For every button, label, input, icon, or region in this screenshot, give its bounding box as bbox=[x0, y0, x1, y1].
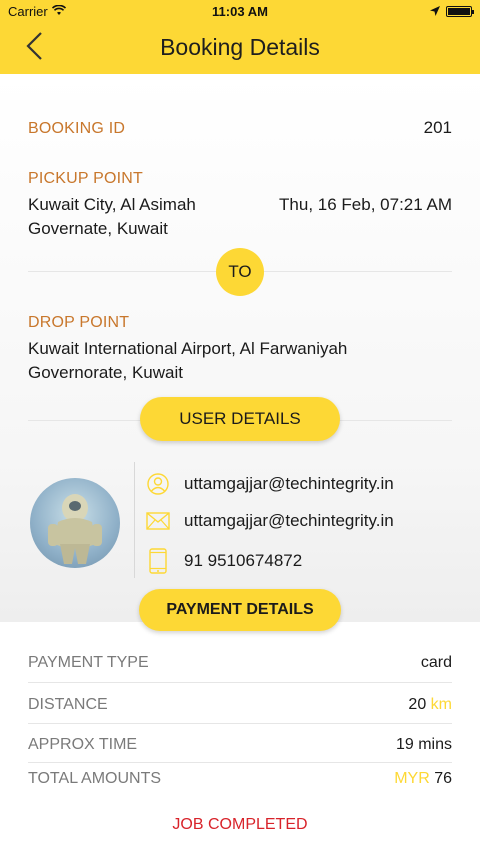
contact-phone: 91 9510674872 bbox=[184, 551, 303, 570]
payment-details-button[interactable]: PAYMENT DETAILS bbox=[139, 589, 341, 631]
location-arrow-icon bbox=[430, 4, 440, 19]
payment-type-value: card bbox=[420, 654, 452, 671]
status-bar: Carrier 11:03 AM bbox=[0, 0, 480, 22]
to-badge: TO bbox=[216, 248, 264, 296]
mobile-phone-icon bbox=[146, 548, 170, 574]
contact-email: uttamgajjar@techintegrity.in bbox=[184, 511, 394, 530]
avatar bbox=[30, 478, 120, 568]
approx-time-value: 19 mins bbox=[395, 736, 452, 753]
status-time: 11:03 AM bbox=[212, 4, 268, 19]
contact-username-row: uttamgajjar@techintegrity.in bbox=[146, 472, 394, 496]
status-badge: JOB COMPLETED bbox=[172, 816, 308, 833]
contact-email-row[interactable]: uttamgajjar@techintegrity.in bbox=[146, 509, 394, 533]
booking-id-value: 201 bbox=[423, 118, 452, 137]
total-amount-number: 76 bbox=[434, 770, 452, 787]
user-details-button[interactable]: USER DETAILS bbox=[140, 397, 340, 441]
pickup-datetime: Thu, 16 Feb, 07:21 AM bbox=[279, 195, 452, 214]
pickup-address-line2: Governate, Kuwait bbox=[28, 219, 168, 238]
drop-label: DROP POINT bbox=[28, 314, 130, 331]
drop-address-line1: Kuwait International Airport, Al Farwani… bbox=[28, 339, 348, 358]
booking-id-label: BOOKING ID bbox=[28, 120, 126, 137]
distance-number: 20 bbox=[408, 696, 427, 713]
total-amount-value: MYR 76 bbox=[394, 770, 452, 788]
page-title: Booking Details bbox=[160, 34, 320, 60]
nav-bar: Booking Details bbox=[0, 22, 480, 74]
user-circle-icon bbox=[146, 472, 170, 496]
payment-type-label: PAYMENT TYPE bbox=[28, 654, 149, 671]
currency-code: MYR bbox=[394, 770, 430, 787]
divider bbox=[28, 682, 452, 683]
pickup-address-line1: Kuwait City, Al Asimah bbox=[28, 195, 196, 214]
contact-phone-row[interactable]: 91 9510674872 bbox=[146, 548, 303, 574]
divider bbox=[28, 723, 452, 724]
divider bbox=[28, 762, 452, 763]
status-right bbox=[430, 4, 474, 19]
drop-address-line2: Governorate, Kuwait bbox=[28, 363, 183, 382]
total-amount-label: TOTAL AMOUNTS bbox=[28, 770, 162, 787]
envelope-icon bbox=[146, 509, 170, 533]
contact-username: uttamgajjar@techintegrity.in bbox=[184, 474, 394, 493]
distance-value: 20 km bbox=[408, 696, 452, 714]
distance-unit: km bbox=[430, 696, 452, 713]
distance-label: DISTANCE bbox=[28, 696, 108, 713]
battery-icon bbox=[446, 6, 474, 17]
pickup-label: PICKUP POINT bbox=[28, 170, 144, 187]
approx-time-label: APPROX TIME bbox=[28, 736, 138, 753]
payment-details: PAYMENT TYPE card DISTANCE 20 km APPROX … bbox=[0, 622, 480, 854]
contact-divider bbox=[134, 462, 135, 578]
